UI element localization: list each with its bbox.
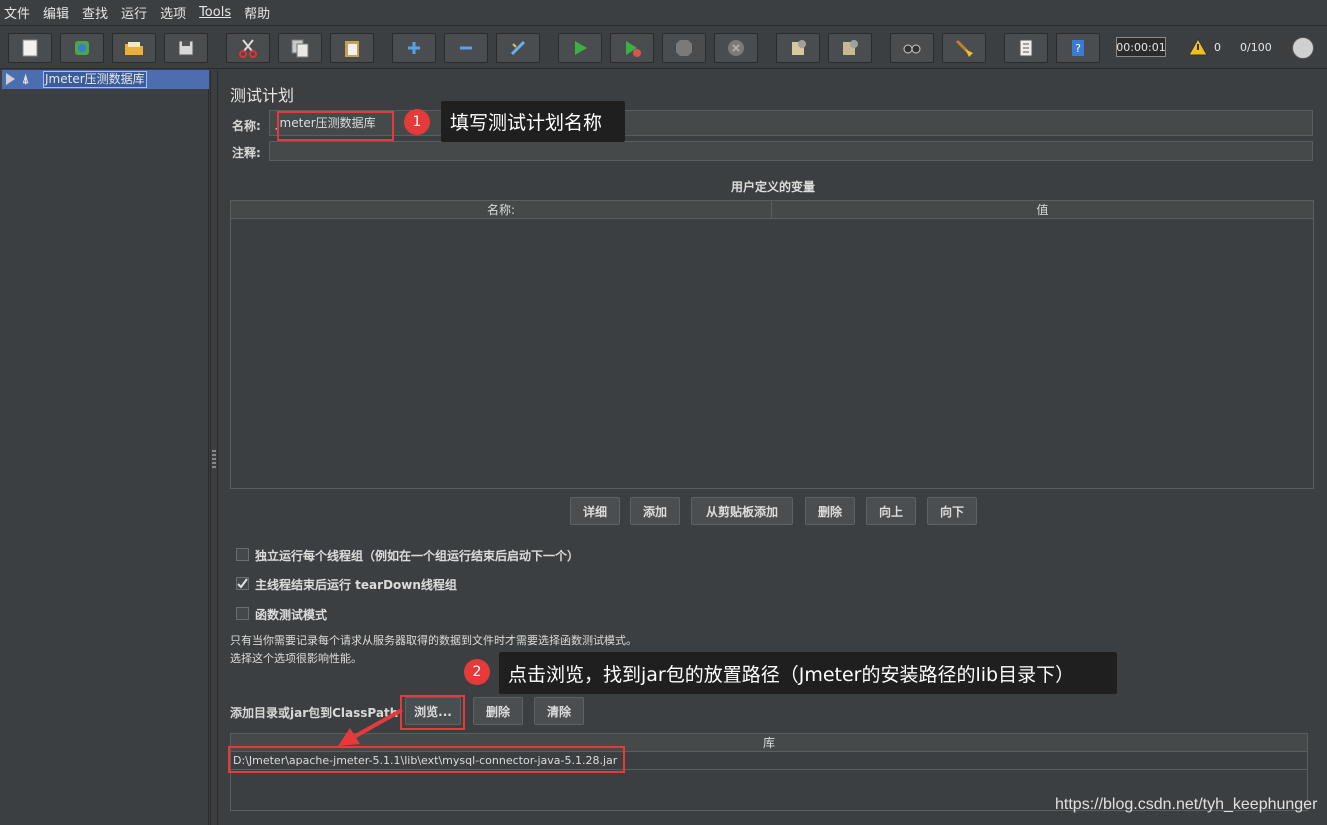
reset-search-button[interactable] (942, 33, 986, 63)
tree-node-label[interactable]: Jmeter压测数据库 (43, 71, 147, 88)
start-no-pause-icon (626, 41, 641, 57)
menu-search[interactable]: 查找 (82, 3, 108, 22)
toggle-icon (510, 40, 526, 56)
stop-icon (676, 40, 692, 56)
clear-button[interactable] (776, 33, 820, 63)
clear-all-button[interactable] (828, 33, 872, 63)
menu-file[interactable]: 文件 (4, 3, 30, 22)
add-from-clipboard-button[interactable]: 从剪贴板添加 (691, 497, 793, 525)
open-icon (125, 42, 143, 55)
step-badge-1: 1 (404, 109, 430, 135)
step-badge-2: 2 (464, 659, 490, 685)
menu-run[interactable]: 运行 (121, 3, 147, 22)
warning-count: 0 (1214, 40, 1221, 54)
test-plan-tree: ⍋ Jmeter压测数据库 (2, 70, 209, 825)
watermark: https://blog.csdn.net/tyh_keephunger (1055, 796, 1318, 813)
splitter-grip-icon[interactable] (212, 450, 216, 468)
column-header-value[interactable]: 值 (772, 201, 1313, 219)
save-icon (178, 40, 194, 56)
menu-options[interactable]: 选项 (160, 3, 186, 22)
serialize-threadgroups-label: 独立运行每个线程组（例如在一个组运行结束后启动下一个） (255, 549, 580, 563)
new-button[interactable] (8, 33, 52, 63)
detail-button[interactable]: 详细 (570, 497, 620, 525)
search-button[interactable] (890, 33, 934, 63)
move-down-button[interactable]: 向下 (927, 497, 977, 525)
help-button[interactable]: ? (1056, 33, 1100, 63)
name-label: 名称: (232, 119, 261, 133)
clear-all-icon (843, 40, 858, 55)
search-icon (903, 44, 921, 54)
shutdown-button[interactable] (714, 33, 758, 63)
pointer-arrow-icon (338, 708, 403, 746)
serialize-threadgroups-checkbox[interactable] (236, 548, 249, 561)
save-button[interactable] (164, 33, 208, 63)
splitter[interactable] (210, 70, 218, 825)
help-icon: ? (1072, 40, 1084, 56)
expand-arrow-icon[interactable] (6, 73, 15, 85)
copy-button[interactable] (278, 33, 322, 63)
collapse-button[interactable] (444, 33, 488, 63)
expand-button[interactable] (392, 33, 436, 63)
thread-count: 0/100 (1240, 40, 1272, 54)
highlight-name-field (277, 111, 394, 141)
remote-globe-icon[interactable] (1292, 37, 1314, 59)
new-icon (22, 39, 38, 57)
menu-tools[interactable]: Tools (199, 5, 231, 20)
clear-icon (792, 40, 806, 55)
elapsed-timer: 00:00:01 (1116, 37, 1166, 57)
highlight-jar-path (228, 746, 625, 773)
svg-text:?: ? (1075, 42, 1081, 55)
function-helper-icon (1019, 39, 1033, 57)
user-variables-title: 用户定义的变量 (730, 180, 815, 194)
user-variables-table[interactable]: 名称: 值 (230, 200, 1314, 489)
cut-icon (239, 39, 257, 58)
delete-button[interactable]: 删除 (805, 497, 855, 525)
warning-indicator[interactable]: 0 (1188, 37, 1221, 57)
teardown-label: 主线程结束后运行 tearDown线程组 (255, 578, 457, 592)
move-up-button[interactable]: 向上 (866, 497, 916, 525)
callout-step-2: 点击浏览，找到jar包的放置路径（Jmeter的安装路径的lib目录下） (499, 652, 1117, 694)
function-helper-button[interactable] (1004, 33, 1048, 63)
functional-mode-label: 函数测试模式 (255, 608, 328, 622)
functional-mode-checkbox[interactable] (236, 607, 249, 620)
paste-icon (345, 41, 359, 57)
menu-bar: 文件 编辑 查找 运行 选项 Tools 帮助 (0, 0, 1327, 26)
shutdown-icon (728, 40, 744, 56)
templates-button[interactable] (60, 33, 104, 63)
copy-icon (291, 39, 309, 58)
warning-icon (1188, 38, 1208, 56)
reset-search-icon (955, 39, 973, 57)
page-title: 测试计划 (230, 86, 295, 105)
classpath-delete-button[interactable]: 删除 (473, 697, 523, 725)
add-button[interactable]: 添加 (630, 497, 680, 525)
stop-button[interactable] (662, 33, 706, 63)
menu-edit[interactable]: 编辑 (43, 3, 69, 22)
column-header-name[interactable]: 名称: (231, 201, 772, 219)
expand-icon (408, 42, 420, 54)
open-button[interactable] (112, 33, 156, 63)
classpath-clear-button[interactable]: 清除 (534, 697, 584, 725)
comment-field[interactable] (269, 141, 1313, 161)
test-plan-icon: ⍋ (22, 72, 30, 86)
comment-label: 注释: (232, 146, 261, 160)
callout-step-1: 填写测试计划名称 (441, 101, 625, 142)
tree-node-test-plan[interactable]: ⍋ Jmeter压测数据库 (2, 70, 209, 89)
toggle-button[interactable] (496, 33, 540, 63)
start-icon (575, 41, 587, 55)
collapse-icon (460, 46, 472, 50)
checkmark-icon (237, 578, 248, 589)
teardown-checkbox[interactable] (236, 577, 249, 590)
functional-mode-note: 只有当你需要记录每个请求从服务器取得的数据到文件时才需要选择函数测试模式。 (230, 634, 637, 647)
cut-button[interactable] (226, 33, 270, 63)
menu-help[interactable]: 帮助 (244, 3, 270, 22)
start-no-pause-button[interactable] (610, 33, 654, 63)
templates-icon (75, 41, 89, 55)
start-button[interactable] (558, 33, 602, 63)
performance-note: 选择这个选项很影响性能。 (230, 652, 362, 665)
paste-button[interactable] (330, 33, 374, 63)
